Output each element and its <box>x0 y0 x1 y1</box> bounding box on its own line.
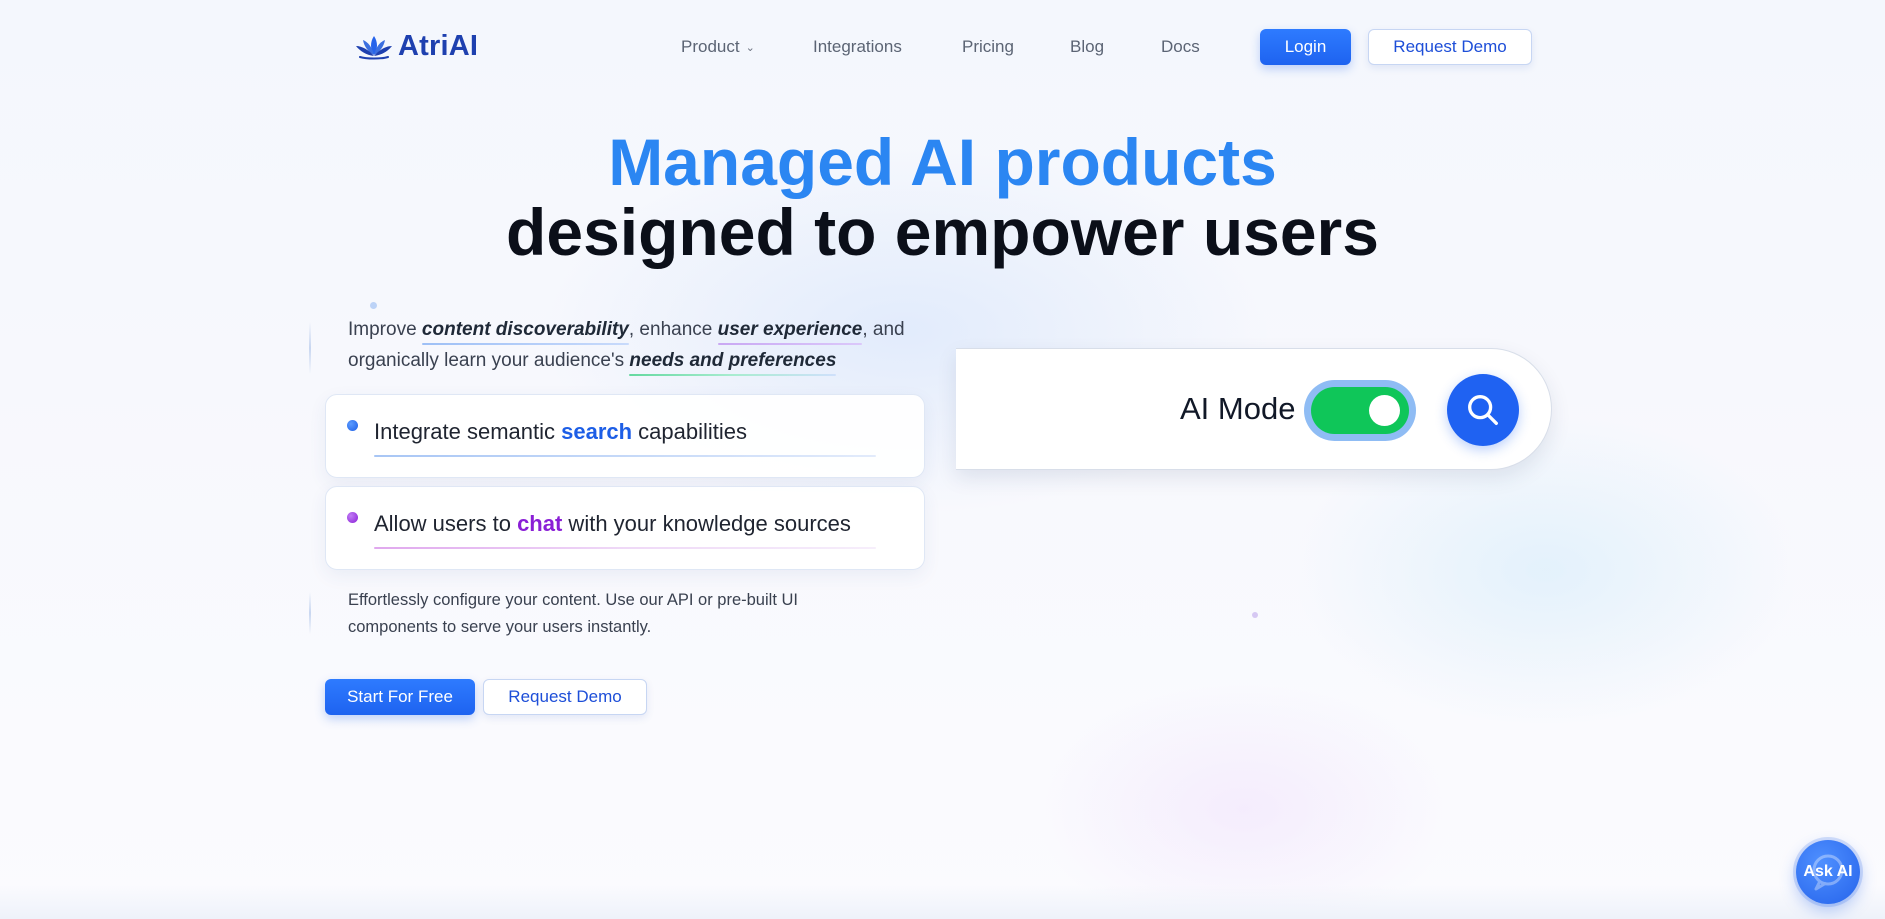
nav-request-demo-button[interactable]: Request Demo <box>1368 29 1532 65</box>
nav-link-label: Product <box>681 37 740 56</box>
logo[interactable]: AtriAI <box>354 30 478 63</box>
feature-text-part: Allow users to <box>374 511 518 536</box>
search-button[interactable] <box>1447 374 1519 446</box>
hero-description: Effortlessly configure your content. Use… <box>348 591 798 636</box>
nav-link-product[interactable]: Product ⌄ <box>681 37 755 57</box>
feature-card-text: Allow users to chat with your knowledge … <box>374 511 851 537</box>
bullet-dot <box>347 420 358 431</box>
logo-text: AtriAI <box>398 30 479 62</box>
feature-card-search[interactable]: Integrate semantic search capabilities <box>325 394 925 478</box>
decorative-dot <box>370 302 377 309</box>
ai-mode-toggle[interactable] <box>1304 380 1416 441</box>
toggle-track <box>1311 387 1409 434</box>
ai-search-bar[interactable]: AI Mode <box>956 348 1552 470</box>
feature-highlight-search: search <box>561 419 633 444</box>
keyword-user-experience: user experience <box>717 319 863 340</box>
nav-link-integrations[interactable]: Integrations <box>813 37 902 57</box>
feature-card-chat[interactable]: Allow users to chat with your knowledge … <box>325 486 925 570</box>
feature-text-part: with your knowledge sources <box>562 511 851 536</box>
page-bottom-band <box>0 885 1885 919</box>
headline-primary: Managed AI products <box>608 125 1277 199</box>
login-button[interactable]: Login <box>1260 29 1351 65</box>
ai-mode-label: AI Mode <box>1180 391 1296 426</box>
ask-ai-button[interactable]: Ask AI <box>1796 840 1860 904</box>
feature-text-part: capabilities <box>632 419 748 444</box>
nav-link-pricing[interactable]: Pricing <box>962 37 1014 57</box>
hero-request-demo-button[interactable]: Request Demo <box>483 679 647 715</box>
keyword-content-discoverability: content discoverability <box>421 319 629 340</box>
chevron-down-icon: ⌄ <box>745 42 755 54</box>
feature-underline <box>374 455 876 457</box>
bullet-dot <box>347 512 358 523</box>
headline-secondary: designed to empower users <box>506 195 1379 269</box>
decorative-edge-line <box>309 322 311 374</box>
intro-text-part: Improve <box>348 319 422 340</box>
keyword-needs-and-preferences: needs and preferences <box>629 350 837 371</box>
hero-intro-text: Improve content discoverability, enhance… <box>348 314 928 376</box>
top-navigation: AtriAI Product ⌄ Integrations Pricing Blo… <box>0 0 1885 92</box>
decorative-edge-line <box>309 592 311 634</box>
search-icon <box>1468 395 1498 425</box>
start-for-free-button[interactable]: Start For Free <box>325 679 475 715</box>
decorative-dot <box>1252 612 1258 618</box>
feature-underline <box>374 547 876 549</box>
feature-text-part: Integrate semantic <box>374 419 562 444</box>
lotus-logo-icon <box>356 35 392 59</box>
nav-link-docs[interactable]: Docs <box>1161 37 1200 57</box>
feature-highlight-chat: chat <box>517 511 563 536</box>
feature-card-text: Integrate semantic search capabilities <box>374 419 747 445</box>
intro-text-part: , enhance <box>628 319 718 340</box>
ask-ai-label: Ask AI <box>1803 863 1853 880</box>
nav-link-blog[interactable]: Blog <box>1070 37 1104 57</box>
toggle-knob <box>1369 395 1400 426</box>
